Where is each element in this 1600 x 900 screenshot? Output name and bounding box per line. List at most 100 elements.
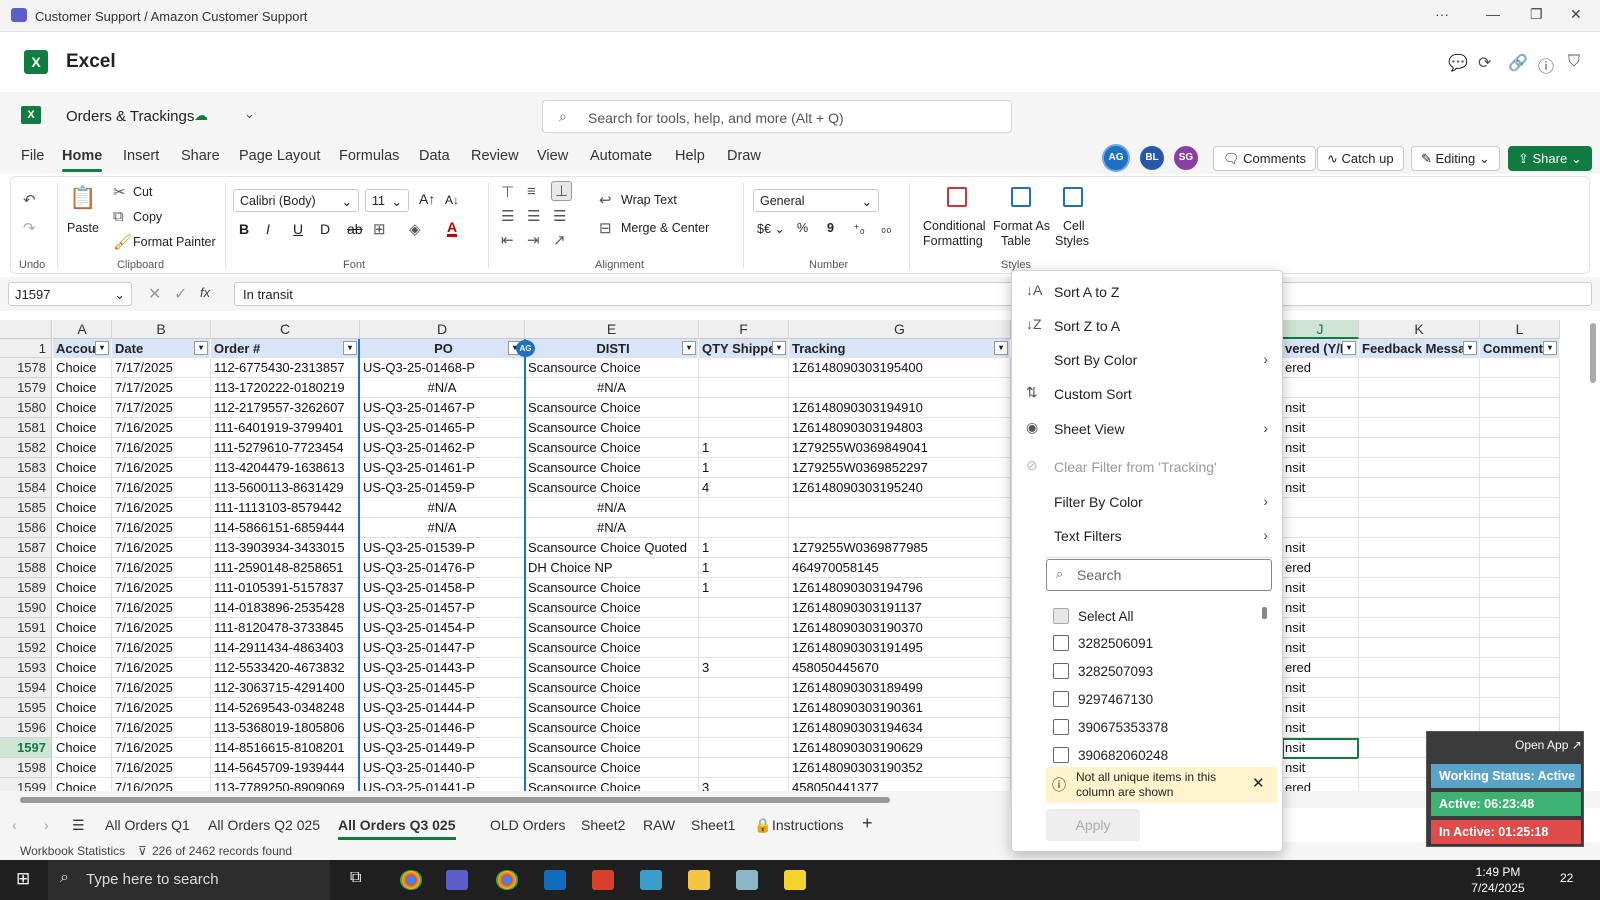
cell-k[interactable] xyxy=(1359,538,1480,558)
avatar[interactable]: BL xyxy=(1140,146,1164,170)
cell-f[interactable]: 3 xyxy=(699,778,789,791)
sheet-tab[interactable]: OLD Orders xyxy=(490,817,565,833)
cell-k[interactable] xyxy=(1359,438,1480,458)
cell-e[interactable]: Scansource Choice xyxy=(525,698,699,718)
horizontal-scrollbar[interactable] xyxy=(0,791,1600,808)
cell-a[interactable]: Choice xyxy=(53,618,112,638)
cell-b[interactable]: 7/16/2025 xyxy=(112,538,211,558)
strikethrough-icon[interactable]: ab xyxy=(347,221,363,237)
cell-j[interactable]: nsit xyxy=(1282,398,1359,418)
cell-l[interactable] xyxy=(1480,558,1560,578)
wrap-text-button[interactable]: Wrap Text xyxy=(621,193,677,207)
cell-e[interactable]: Scansource Choice xyxy=(525,678,699,698)
cell-g[interactable]: 1Z6148090303191137 xyxy=(789,598,1011,618)
fx-icon[interactable]: fx xyxy=(200,285,210,300)
row-header[interactable]: 1593 xyxy=(0,658,52,678)
cell-d[interactable]: US-Q3-25-01444-P xyxy=(360,698,525,718)
notification-count[interactable]: 22 xyxy=(1560,871,1573,885)
cell-b[interactable]: 7/17/2025 xyxy=(112,398,211,418)
cell-l[interactable] xyxy=(1480,418,1560,438)
tab-home[interactable]: Home xyxy=(62,148,103,172)
cell-g[interactable]: 1Z79255W0369849041 xyxy=(789,438,1011,458)
cell-j[interactable]: nsit xyxy=(1282,598,1359,618)
tab-draw[interactable]: Draw xyxy=(727,148,761,164)
select-all-checkbox[interactable] xyxy=(1053,608,1069,624)
cell-d[interactable]: US-Q3-25-01461-P xyxy=(360,458,525,478)
cell-styles-label-2[interactable]: Styles xyxy=(1055,234,1089,248)
cell-c[interactable]: 111-1113103-8579442 xyxy=(211,498,360,518)
row-header[interactable]: 1598 xyxy=(0,758,52,778)
column-header-k[interactable]: K xyxy=(1359,320,1480,339)
cell-e[interactable]: Scansource Choice xyxy=(525,738,699,758)
avatar[interactable]: AG xyxy=(1104,146,1128,170)
cell-b[interactable]: 7/16/2025 xyxy=(112,618,211,638)
conditional-formatting-label[interactable]: Conditional xyxy=(923,219,986,233)
cell-e[interactable]: Scansource Choice xyxy=(525,778,699,791)
cell-b[interactable]: 7/16/2025 xyxy=(112,778,211,791)
cell-a[interactable]: Choice xyxy=(53,518,112,538)
tab-view[interactable]: View xyxy=(537,148,568,164)
cell-c[interactable]: 113-7789250-8909069 xyxy=(211,778,360,791)
cell-j[interactable]: ered xyxy=(1282,778,1359,791)
cell-c[interactable]: 112-6775430-2313857 xyxy=(211,358,360,378)
cell-a[interactable]: Choice xyxy=(53,738,112,758)
font-name-select[interactable]: Calibri (Body) ⌄ xyxy=(233,189,359,212)
undo-icon[interactable]: ↶ xyxy=(23,191,36,209)
tab-formulas[interactable]: Formulas xyxy=(339,148,399,164)
sheet-tab[interactable]: RAW xyxy=(643,817,675,833)
currency-icon[interactable]: $€ ⌄ xyxy=(757,221,785,236)
row-header[interactable]: 1594 xyxy=(0,678,52,698)
cell-g[interactable]: 1Z6148090303190361 xyxy=(789,698,1011,718)
cell-b[interactable]: 7/16/2025 xyxy=(112,458,211,478)
cell-k[interactable] xyxy=(1359,638,1480,658)
cell-c[interactable]: 114-5866151-6859444 xyxy=(211,518,360,538)
cell-f[interactable] xyxy=(699,758,789,778)
cell-e[interactable]: Scansource Choice xyxy=(525,458,699,478)
chrome-icon[interactable] xyxy=(400,870,422,890)
cell-b[interactable]: 7/16/2025 xyxy=(112,658,211,678)
app-icon[interactable] xyxy=(640,870,662,890)
cell-a[interactable]: Choice xyxy=(53,538,112,558)
cell-b[interactable]: 7/17/2025 xyxy=(112,378,211,398)
info-icon[interactable]: ⓘ xyxy=(1538,53,1554,77)
cell-f[interactable] xyxy=(699,698,789,718)
maximize-button[interactable]: ❐ xyxy=(1530,6,1543,23)
cell-e[interactable]: Scansource Choice xyxy=(525,758,699,778)
cell-g[interactable]: 1Z6148090303194910 xyxy=(789,398,1011,418)
cell-a[interactable]: Choice xyxy=(53,638,112,658)
row-header[interactable]: 1589 xyxy=(0,578,52,598)
tab-review[interactable]: Review xyxy=(471,148,519,164)
column-header-l[interactable]: L xyxy=(1480,320,1560,339)
row-header[interactable]: 1582 xyxy=(0,438,52,458)
cell-a[interactable]: Choice xyxy=(53,358,112,378)
cell-l[interactable] xyxy=(1480,678,1560,698)
row-header[interactable]: 1587 xyxy=(0,538,52,558)
cell-g[interactable]: 1Z79255W0369852297 xyxy=(789,458,1011,478)
filter-button[interactable]: ▾ xyxy=(1342,341,1356,355)
file-explorer-icon[interactable] xyxy=(688,870,710,890)
cell-d[interactable]: US-Q3-25-01454-P xyxy=(360,618,525,638)
chrome-profile-icon[interactable] xyxy=(496,870,518,890)
format-as-table-label-2[interactable]: Table xyxy=(1001,234,1031,248)
cell-f[interactable] xyxy=(699,398,789,418)
row-header[interactable]: 1584 xyxy=(0,478,52,498)
minimize-button[interactable]: — xyxy=(1486,6,1500,22)
tab-automate[interactable]: Automate xyxy=(590,148,652,164)
cell-c[interactable]: 111-6401919-3799401 xyxy=(211,418,360,438)
chevron-down-icon[interactable]: ⌄ xyxy=(244,106,255,122)
next-sheet-icon[interactable]: › xyxy=(44,817,49,833)
sheet-tab[interactable]: All Orders Q1 xyxy=(105,817,190,833)
cell-f[interactable]: 3 xyxy=(699,658,789,678)
cell-d[interactable]: #N/A xyxy=(360,378,525,398)
cell-f[interactable]: 1 xyxy=(699,538,789,558)
align-center-icon[interactable]: ☰ xyxy=(527,207,540,225)
decrease-indent-icon[interactable]: ⇤ xyxy=(501,231,514,249)
sheet-view[interactable]: Sheet View xyxy=(1054,421,1125,437)
percent-icon[interactable]: % xyxy=(797,221,808,235)
sheet-tab[interactable]: All Orders Q2 025 xyxy=(208,817,320,833)
align-bottom-icon[interactable]: ⊥ xyxy=(551,181,573,201)
shield-icon[interactable]: ⛉ xyxy=(1568,53,1580,71)
row-header[interactable]: 1597 xyxy=(0,738,52,758)
cell-d[interactable]: US-Q3-25-01446-P xyxy=(360,718,525,738)
cell-l[interactable] xyxy=(1480,618,1560,638)
